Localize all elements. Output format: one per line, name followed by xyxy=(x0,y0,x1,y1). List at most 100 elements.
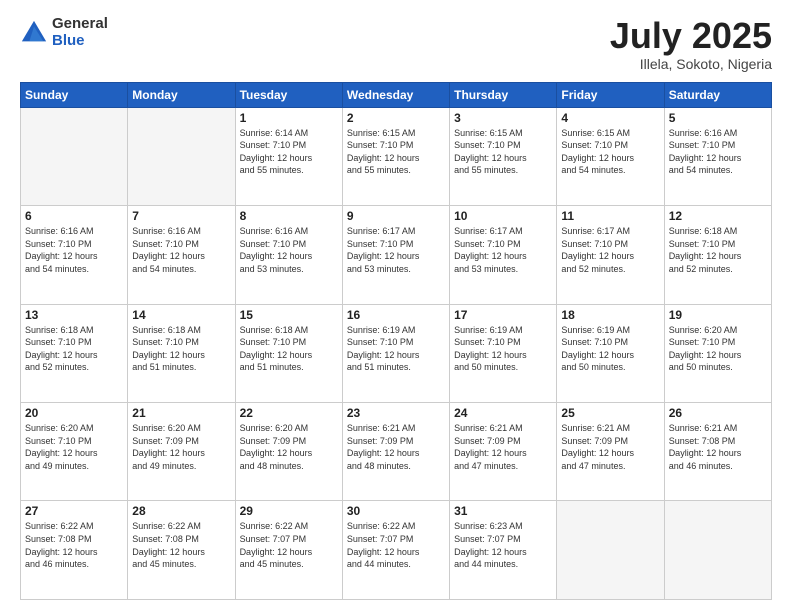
calendar-cell: 16 Sunrise: 6:19 AM Sunset: 7:10 PM Dayli… xyxy=(342,304,449,402)
day-info: Sunrise: 6:17 AM Sunset: 7:10 PM Dayligh… xyxy=(347,225,445,275)
calendar-cell xyxy=(21,107,128,205)
day-number: 13 xyxy=(25,308,123,322)
col-sunday: Sunday xyxy=(21,82,128,107)
calendar-cell: 19 Sunrise: 6:20 AM Sunset: 7:10 PM Dayli… xyxy=(664,304,771,402)
calendar-cell: 31Sunrise: 6:23 AM Sunset: 7:07 PM Dayli… xyxy=(450,501,557,600)
day-number: 14 xyxy=(132,308,230,322)
day-number: 30 xyxy=(347,504,445,518)
calendar-cell: 21Sunrise: 6:20 AM Sunset: 7:09 PM Dayli… xyxy=(128,403,235,501)
calendar-cell xyxy=(128,107,235,205)
day-number: 7 xyxy=(132,209,230,223)
calendar-cell: 17Sunrise: 6:19 AM Sunset: 7:10 PM Dayli… xyxy=(450,304,557,402)
day-number: 25 xyxy=(561,406,659,420)
calendar-cell: 13 Sunrise: 6:18 AM Sunset: 7:10 PM Dayli… xyxy=(21,304,128,402)
day-info: Sunrise: 6:16 AM Sunset: 7:10 PM Dayligh… xyxy=(132,225,230,275)
day-number: 3 xyxy=(454,111,552,125)
logo-icon xyxy=(20,19,48,47)
day-info: Sunrise: 6:17 AM Sunset: 7:10 PM Dayligh… xyxy=(454,225,552,275)
day-info: Sunrise: 6:15 AM Sunset: 7:10 PM Dayligh… xyxy=(347,127,445,177)
day-number: 18 xyxy=(561,308,659,322)
week-row-1: 1 Sunrise: 6:14 AM Sunset: 7:10 PM Daylig… xyxy=(21,107,772,205)
day-info: Sunrise: 6:21 AM Sunset: 7:08 PM Dayligh… xyxy=(669,422,767,472)
day-info: Sunrise: 6:16 AM Sunset: 7:10 PM Dayligh… xyxy=(25,225,123,275)
day-info: Sunrise: 6:19 AM Sunset: 7:10 PM Dayligh… xyxy=(347,324,445,374)
logo-blue-text: Blue xyxy=(52,33,108,50)
calendar-cell: 3Sunrise: 6:15 AM Sunset: 7:10 PM Daylig… xyxy=(450,107,557,205)
calendar-cell: 27 Sunrise: 6:22 AM Sunset: 7:08 PM Dayli… xyxy=(21,501,128,600)
day-number: 17 xyxy=(454,308,552,322)
title-block: July 2025 Illela, Sokoto, Nigeria xyxy=(610,16,772,72)
day-number: 19 xyxy=(669,308,767,322)
calendar-cell: 23Sunrise: 6:21 AM Sunset: 7:09 PM Dayli… xyxy=(342,403,449,501)
calendar-table: Sunday Monday Tuesday Wednesday Thursday… xyxy=(20,82,772,600)
day-info: Sunrise: 6:17 AM Sunset: 7:10 PM Dayligh… xyxy=(561,225,659,275)
location: Illela, Sokoto, Nigeria xyxy=(610,56,772,72)
day-info: Sunrise: 6:16 AM Sunset: 7:10 PM Dayligh… xyxy=(669,127,767,177)
calendar-cell: 7 Sunrise: 6:16 AM Sunset: 7:10 PM Daylig… xyxy=(128,206,235,304)
day-info: Sunrise: 6:20 AM Sunset: 7:09 PM Dayligh… xyxy=(132,422,230,472)
month-title: July 2025 xyxy=(610,16,772,56)
logo-general-text: General xyxy=(52,16,108,33)
day-number: 26 xyxy=(669,406,767,420)
page: General Blue July 2025 Illela, Sokoto, N… xyxy=(0,0,792,612)
col-friday: Friday xyxy=(557,82,664,107)
calendar-cell: 11 Sunrise: 6:17 AM Sunset: 7:10 PM Dayli… xyxy=(557,206,664,304)
logo-text: General Blue xyxy=(52,16,108,49)
day-info: Sunrise: 6:15 AM Sunset: 7:10 PM Dayligh… xyxy=(561,127,659,177)
calendar-cell: 12Sunrise: 6:18 AM Sunset: 7:10 PM Dayli… xyxy=(664,206,771,304)
day-info: Sunrise: 6:22 AM Sunset: 7:08 PM Dayligh… xyxy=(132,520,230,570)
day-number: 2 xyxy=(347,111,445,125)
week-row-3: 13 Sunrise: 6:18 AM Sunset: 7:10 PM Dayli… xyxy=(21,304,772,402)
day-info: Sunrise: 6:16 AM Sunset: 7:10 PM Dayligh… xyxy=(240,225,338,275)
calendar-cell: 2 Sunrise: 6:15 AM Sunset: 7:10 PM Daylig… xyxy=(342,107,449,205)
calendar-cell: 25 Sunrise: 6:21 AM Sunset: 7:09 PM Dayli… xyxy=(557,403,664,501)
day-info: Sunrise: 6:18 AM Sunset: 7:10 PM Dayligh… xyxy=(240,324,338,374)
day-number: 10 xyxy=(454,209,552,223)
day-number: 5 xyxy=(669,111,767,125)
day-number: 16 xyxy=(347,308,445,322)
day-number: 4 xyxy=(561,111,659,125)
day-info: Sunrise: 6:21 AM Sunset: 7:09 PM Dayligh… xyxy=(454,422,552,472)
calendar-cell: 9Sunrise: 6:17 AM Sunset: 7:10 PM Daylig… xyxy=(342,206,449,304)
calendar-cell: 8 Sunrise: 6:16 AM Sunset: 7:10 PM Daylig… xyxy=(235,206,342,304)
day-info: Sunrise: 6:20 AM Sunset: 7:10 PM Dayligh… xyxy=(669,324,767,374)
logo: General Blue xyxy=(20,16,108,49)
calendar-cell: 15Sunrise: 6:18 AM Sunset: 7:10 PM Dayli… xyxy=(235,304,342,402)
calendar-cell: 18 Sunrise: 6:19 AM Sunset: 7:10 PM Dayli… xyxy=(557,304,664,402)
day-info: Sunrise: 6:20 AM Sunset: 7:10 PM Dayligh… xyxy=(25,422,123,472)
calendar-cell: 4 Sunrise: 6:15 AM Sunset: 7:10 PM Daylig… xyxy=(557,107,664,205)
day-info: Sunrise: 6:22 AM Sunset: 7:07 PM Dayligh… xyxy=(240,520,338,570)
day-number: 31 xyxy=(454,504,552,518)
day-number: 22 xyxy=(240,406,338,420)
week-row-2: 6Sunrise: 6:16 AM Sunset: 7:10 PM Daylig… xyxy=(21,206,772,304)
calendar-cell: 29 Sunrise: 6:22 AM Sunset: 7:07 PM Dayli… xyxy=(235,501,342,600)
day-number: 8 xyxy=(240,209,338,223)
day-number: 11 xyxy=(561,209,659,223)
calendar-cell: 30Sunrise: 6:22 AM Sunset: 7:07 PM Dayli… xyxy=(342,501,449,600)
calendar-cell: 14 Sunrise: 6:18 AM Sunset: 7:10 PM Dayli… xyxy=(128,304,235,402)
calendar-cell xyxy=(557,501,664,600)
day-info: Sunrise: 6:22 AM Sunset: 7:08 PM Dayligh… xyxy=(25,520,123,570)
day-info: Sunrise: 6:21 AM Sunset: 7:09 PM Dayligh… xyxy=(561,422,659,472)
day-number: 1 xyxy=(240,111,338,125)
day-info: Sunrise: 6:18 AM Sunset: 7:10 PM Dayligh… xyxy=(669,225,767,275)
calendar-cell: 24Sunrise: 6:21 AM Sunset: 7:09 PM Dayli… xyxy=(450,403,557,501)
day-info: Sunrise: 6:19 AM Sunset: 7:10 PM Dayligh… xyxy=(561,324,659,374)
calendar-cell: 26 Sunrise: 6:21 AM Sunset: 7:08 PM Dayli… xyxy=(664,403,771,501)
week-row-5: 27 Sunrise: 6:22 AM Sunset: 7:08 PM Dayli… xyxy=(21,501,772,600)
calendar-cell: 1 Sunrise: 6:14 AM Sunset: 7:10 PM Daylig… xyxy=(235,107,342,205)
day-number: 27 xyxy=(25,504,123,518)
calendar-cell xyxy=(664,501,771,600)
calendar-cell: 10 Sunrise: 6:17 AM Sunset: 7:10 PM Dayli… xyxy=(450,206,557,304)
day-number: 23 xyxy=(347,406,445,420)
day-number: 29 xyxy=(240,504,338,518)
calendar-cell: 28 Sunrise: 6:22 AM Sunset: 7:08 PM Dayli… xyxy=(128,501,235,600)
header: General Blue July 2025 Illela, Sokoto, N… xyxy=(20,16,772,72)
day-info: Sunrise: 6:18 AM Sunset: 7:10 PM Dayligh… xyxy=(132,324,230,374)
day-info: Sunrise: 6:18 AM Sunset: 7:10 PM Dayligh… xyxy=(25,324,123,374)
day-info: Sunrise: 6:14 AM Sunset: 7:10 PM Dayligh… xyxy=(240,127,338,177)
col-wednesday: Wednesday xyxy=(342,82,449,107)
col-thursday: Thursday xyxy=(450,82,557,107)
col-saturday: Saturday xyxy=(664,82,771,107)
day-number: 28 xyxy=(132,504,230,518)
